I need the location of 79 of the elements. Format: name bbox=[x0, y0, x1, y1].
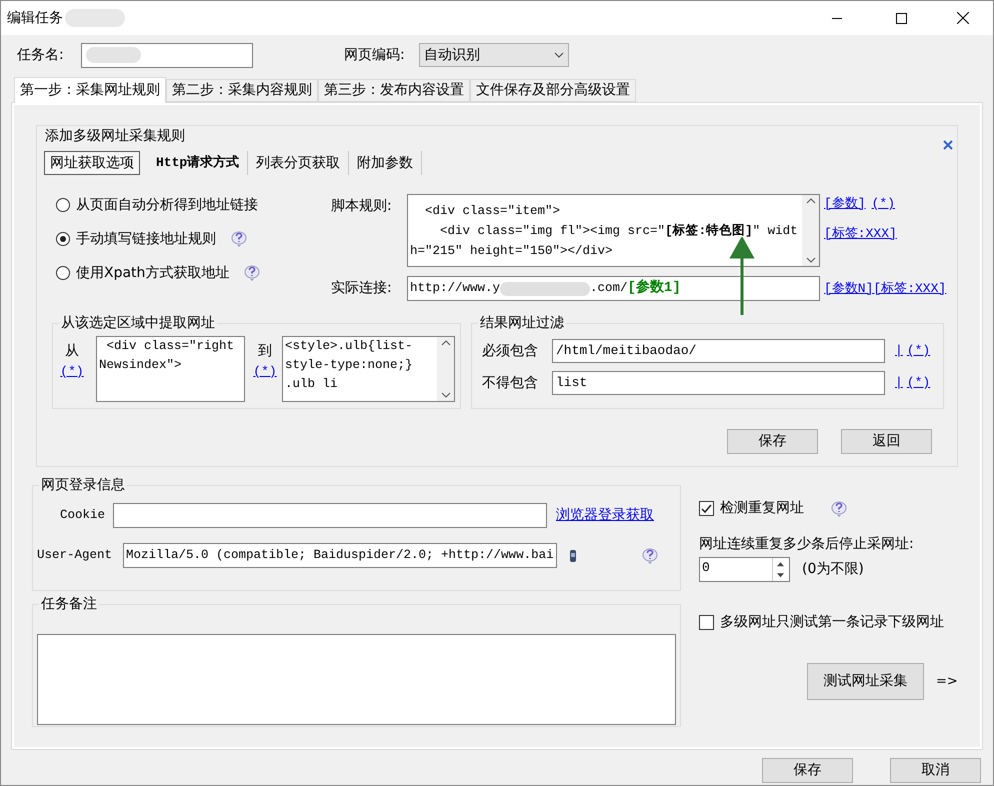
close-icon[interactable] bbox=[943, 140, 953, 150]
browser-login-link[interactable]: 浏览器登录获取 bbox=[556, 505, 654, 526]
task-name-label: 任务名: bbox=[17, 46, 65, 64]
bottle-icon[interactable] bbox=[569, 548, 577, 562]
insert-link[interactable]: (*) bbox=[60, 362, 84, 382]
sub-tab[interactable]: 列表分页获取 bbox=[248, 151, 350, 175]
tab[interactable]: 第三步：发布内容设置 bbox=[318, 79, 470, 102]
filter-field[interactable]: /html/meitibaodao/ bbox=[552, 339, 885, 363]
filter-field[interactable]: list bbox=[552, 371, 885, 395]
checkbox-label: 多级网址只测试第一条记录下级网址 bbox=[720, 613, 944, 632]
sub-tab[interactable]: Http请求方式 bbox=[148, 151, 248, 175]
radio-button[interactable] bbox=[56, 266, 70, 280]
checkbox[interactable] bbox=[699, 501, 714, 516]
window-title: 编辑任务 bbox=[7, 8, 63, 28]
encoding-label: 网页编码: bbox=[344, 46, 406, 64]
filter-label: 必须包含 bbox=[482, 342, 539, 360]
radio-label: 手动填写链接地址规则 bbox=[76, 230, 216, 248]
scrollbar[interactable] bbox=[437, 337, 454, 401]
script-editor[interactable]: <div class="item"> <div class="img fl"><img src="[标签:特色图]" width="215" height="150"></div> bbox=[407, 194, 820, 267]
repeat-hint: (0为不限) bbox=[802, 560, 864, 579]
insert-link[interactable]: (*) bbox=[906, 373, 930, 393]
radio-label: 从页面自动分析得到地址链接 bbox=[76, 196, 258, 214]
script-label: 脚本规则: bbox=[331, 197, 393, 216]
insert-link[interactable]: [参数] bbox=[824, 194, 866, 214]
checkbox[interactable] bbox=[699, 615, 714, 630]
to-field[interactable]: <style>.ulb{list-style-type:none;} .ulb li bbox=[282, 336, 455, 402]
to-label: 到 bbox=[258, 342, 272, 361]
push-button[interactable]: 取消 bbox=[890, 758, 981, 783]
scroll-down-icon[interactable] bbox=[440, 392, 450, 398]
redacted-block bbox=[86, 47, 141, 63]
scroll-down-icon[interactable] bbox=[806, 257, 816, 263]
insert-link[interactable]: [标签:XXX] bbox=[873, 278, 946, 298]
push-button[interactable]: 保存 bbox=[727, 429, 818, 454]
checkbox-label: 检测重复网址 bbox=[720, 499, 804, 518]
scroll-up-icon[interactable] bbox=[440, 340, 450, 346]
rules-title: 添加多级网址采集规则 bbox=[45, 127, 185, 146]
user-agent-label: User-Agent bbox=[36, 547, 114, 564]
from-field[interactable]: <div class="right Newsindex"> bbox=[96, 336, 245, 402]
insert-link[interactable]: (*) bbox=[253, 362, 277, 382]
insert-link[interactable]: (*) bbox=[906, 341, 930, 361]
tab[interactable]: 第二步：采集内容规则 bbox=[166, 79, 318, 102]
cookie-label: Cookie bbox=[58, 507, 106, 524]
test-button[interactable]: 测试网址采集 bbox=[807, 663, 924, 700]
cookie-field[interactable] bbox=[113, 503, 547, 528]
help-icon bbox=[641, 546, 659, 564]
insert-link[interactable]: (*) bbox=[872, 194, 896, 214]
sub-tab[interactable]: 网址获取选项 bbox=[44, 151, 140, 175]
arrow-text: => bbox=[936, 672, 958, 691]
push-button[interactable]: 返回 bbox=[841, 429, 932, 454]
chevron-down-icon bbox=[554, 52, 564, 58]
scroll-up-icon[interactable] bbox=[806, 198, 816, 204]
repeat-label: 网址连续重复多少条后停止采网址: bbox=[699, 535, 915, 554]
user-agent-field[interactable]: Mozilla/5.0 (compatible; Baiduspider/2.0; +http://www.bai bbox=[123, 543, 557, 568]
insert-link[interactable]: [标签:XXX] bbox=[824, 224, 897, 243]
url-param: [参数1] bbox=[628, 278, 681, 298]
url-text: .com/ bbox=[590, 280, 628, 298]
filter-label: 不得包含 bbox=[482, 374, 539, 392]
task-name-field[interactable] bbox=[81, 42, 253, 68]
push-button[interactable]: 保存 bbox=[762, 758, 853, 783]
help-icon bbox=[830, 500, 848, 518]
repeat-spinner[interactable]: 0 bbox=[699, 557, 790, 582]
script-line: <div class="item"> bbox=[424, 203, 562, 220]
radio-label: 使用Xpath方式获取地址 bbox=[76, 264, 230, 282]
insert-link[interactable]: [参数N] bbox=[824, 278, 874, 298]
sub-tab[interactable]: 附加参数 bbox=[349, 151, 422, 175]
insert-link[interactable]: | bbox=[895, 341, 903, 361]
script-line: <div class="img fl"><img src="[标签:特色图]" width="215" height="150"></div> bbox=[410, 222, 799, 260]
url-text: http://www.y bbox=[410, 280, 500, 298]
actual-url-field[interactable]: http://www.y .com/[参数1] bbox=[407, 276, 820, 301]
insert-link[interactable]: | bbox=[895, 373, 903, 393]
tab[interactable]: 第一步：采集网址规则 bbox=[14, 77, 166, 103]
radio-button[interactable] bbox=[56, 232, 70, 246]
radio-button[interactable] bbox=[56, 198, 70, 212]
from-label: 从 bbox=[65, 342, 79, 361]
notes-field[interactable] bbox=[37, 634, 676, 725]
actual-url-label: 实际连接: bbox=[331, 279, 393, 298]
encoding-dropdown[interactable]: 自动识别 bbox=[419, 43, 569, 67]
tab[interactable]: 文件保存及部分高级设置 bbox=[470, 79, 636, 102]
scrollbar[interactable] bbox=[802, 195, 819, 266]
